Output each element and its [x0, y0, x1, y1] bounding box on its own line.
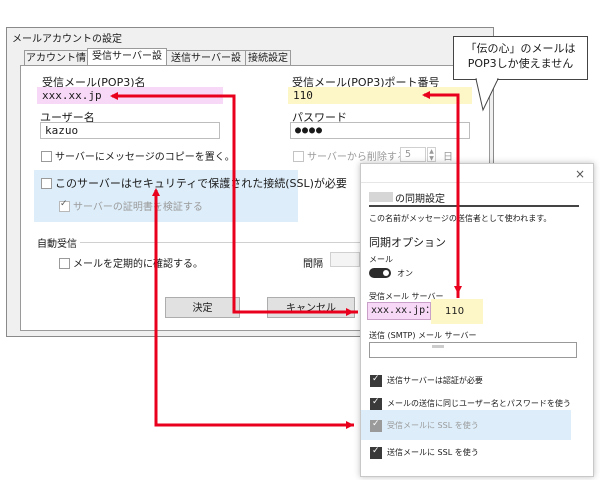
arrow-server-name	[110, 92, 358, 314]
annotation-arrows	[110, 91, 462, 429]
arrow-ssl	[152, 188, 354, 427]
arrow-port	[422, 91, 460, 298]
